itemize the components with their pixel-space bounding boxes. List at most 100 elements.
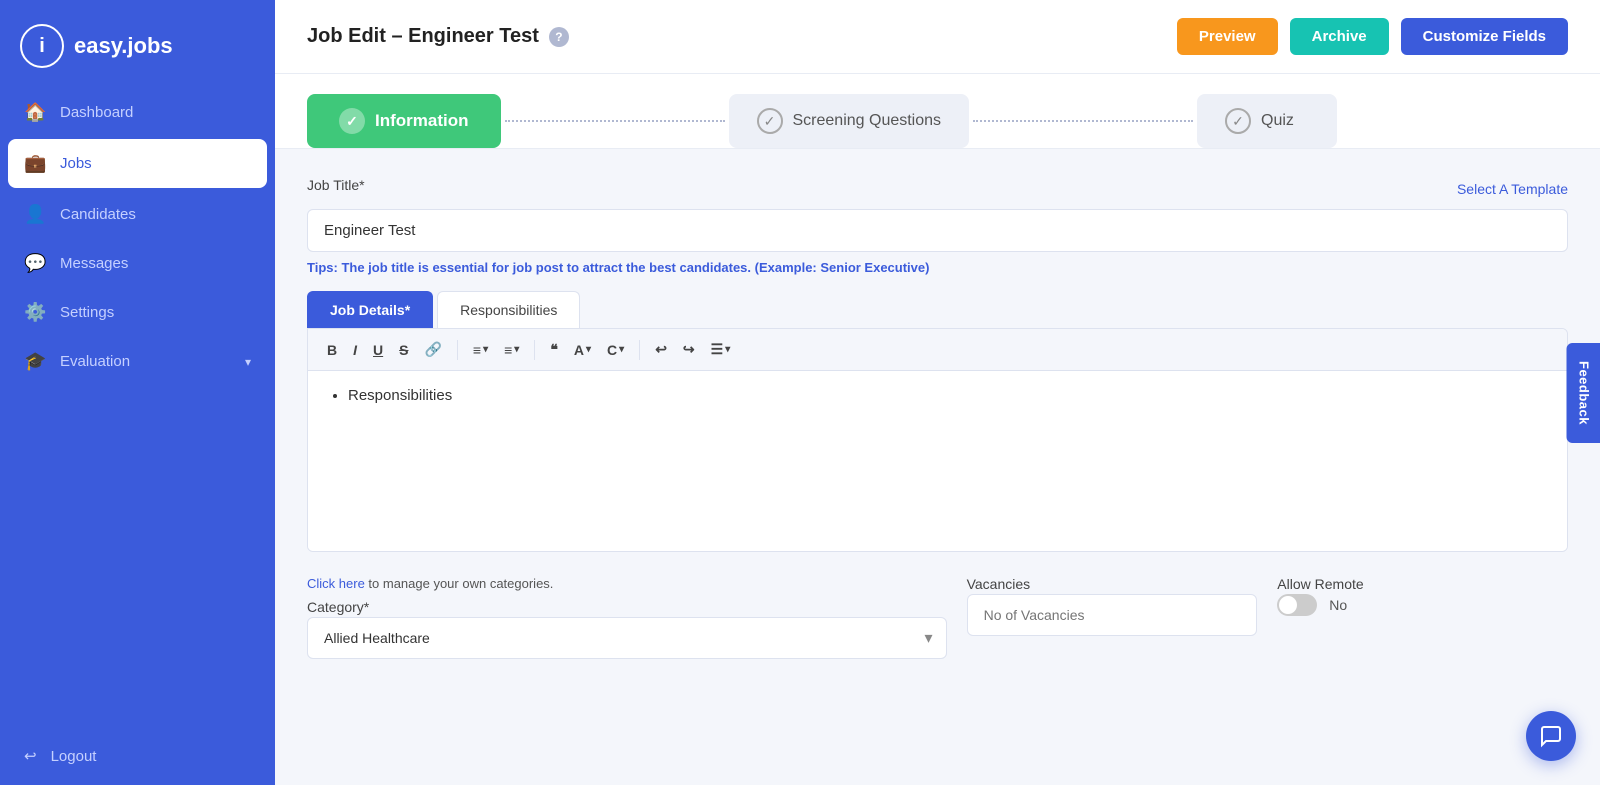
archive-button[interactable]: Archive [1290,18,1389,55]
sidebar-nav: 🏠 Dashboard 💼 Jobs 👤 Candidates 💬 Messag… [0,88,275,727]
customize-fields-button[interactable]: Customize Fields [1401,18,1568,55]
sidebar-item-messages[interactable]: 💬 Messages [0,239,275,288]
logout-icon: ↩ [24,747,37,765]
quote-button[interactable]: ❝ [543,337,565,362]
feedback-tab[interactable]: Feedback [1567,343,1600,443]
messages-icon: 💬 [24,253,46,274]
logo-icon: i [20,24,64,68]
page-title: Job Edit – Engineer Test [307,25,539,48]
sidebar-label-evaluation: Evaluation [60,353,130,370]
select-template-link[interactable]: Select A Template [1457,181,1568,197]
quote-color-group: ❝ A ▾ C ▾ [543,337,631,362]
help-icon[interactable]: ? [549,27,569,47]
toolbar-sep-3 [639,340,640,360]
step-quiz-check: ✓ [1225,108,1251,134]
home-icon: 🏠 [24,102,46,123]
category-link-text: Click here to manage your own categories… [307,576,947,591]
step-dots-2 [973,120,1193,122]
sidebar-item-settings[interactable]: ⚙️ Settings [0,288,275,337]
history-align-group: ↩ ↪ ☰ ▾ [648,337,737,362]
bottom-fields: Click here to manage your own categories… [307,576,1568,659]
category-select-wrapper: Allied Healthcare ▾ [307,617,947,659]
content-area: Job Title* Select A Template Tips: The j… [275,149,1600,785]
link-button[interactable]: 🔗 [417,337,448,362]
underline-button[interactable]: U [366,338,390,362]
job-title-label: Job Title* [307,177,365,193]
app-name: easy.jobs [74,33,173,59]
main-content: Job Edit – Engineer Test ? Preview Archi… [275,0,1600,785]
logout-label: Logout [51,748,97,765]
editor-toolbar: B I U S 🔗 ≡ ▾ ≡ ▾ ❝ A ▾ C ▾ [308,329,1567,371]
step-dots-1 [505,120,725,122]
tips-text: Tips: The job title is essential for job… [307,260,1568,275]
ordered-list-button[interactable]: ≡ ▾ [497,338,526,362]
allow-remote-toggle[interactable] [1277,594,1317,616]
bg-color-button[interactable]: C ▾ [600,338,631,362]
editor-content[interactable]: Responsibilities [308,371,1567,551]
step-quiz-label: Quiz [1261,112,1294,130]
chevron-down-icon: ▾ [245,355,251,369]
tab-job-details[interactable]: Job Details* [307,291,433,328]
font-color-button[interactable]: A ▾ [567,338,598,362]
vacancies-group: Vacancies [967,576,1258,636]
job-title-input[interactable] [307,209,1568,252]
sidebar-item-dashboard[interactable]: 🏠 Dashboard [0,88,275,137]
tab-responsibilities[interactable]: Responsibilities [437,291,580,328]
preview-button[interactable]: Preview [1177,18,1278,55]
align-button[interactable]: ☰ ▾ [704,337,738,362]
jobs-icon: 💼 [24,153,46,174]
step-information-check: ✓ [339,108,365,134]
editor-tabs: Job Details* Responsibilities [307,291,1568,328]
vacancies-label: Vacancies [967,576,1031,592]
step-information-label: Information [375,111,469,131]
tips-prefix: Tips: [307,260,338,275]
step-quiz[interactable]: ✓ Quiz [1197,94,1337,148]
candidates-icon: 👤 [24,204,46,225]
strikethrough-button[interactable]: S [392,338,415,362]
step-screening[interactable]: ✓ Screening Questions [729,94,970,148]
step-screening-label: Screening Questions [793,112,942,130]
sidebar: i easy.jobs 🏠 Dashboard 💼 Jobs 👤 Candida… [0,0,275,785]
sidebar-label-jobs: Jobs [60,155,92,172]
sidebar-label-candidates: Candidates [60,206,136,223]
steps-bar: ✓ Information ✓ Screening Questions ✓ Qu… [275,74,1600,149]
sidebar-item-candidates[interactable]: 👤 Candidates [0,190,275,239]
job-title-header: Job Title* Select A Template [307,177,1568,201]
tips-content: The job title is essential for job post … [338,260,930,275]
sidebar-label-settings: Settings [60,304,114,321]
allow-remote-group: Allow Remote No [1277,576,1568,616]
vacancies-input[interactable] [967,594,1258,636]
logo[interactable]: i easy.jobs [0,10,275,88]
text-format-group: B I U S 🔗 [320,337,449,362]
settings-icon: ⚙️ [24,302,46,323]
topbar: Job Edit – Engineer Test ? Preview Archi… [275,0,1600,74]
sidebar-label-dashboard: Dashboard [60,104,133,121]
toolbar-sep-1 [457,340,458,360]
category-group: Click here to manage your own categories… [307,576,947,659]
toolbar-sep-2 [534,340,535,360]
sidebar-item-evaluation[interactable]: 🎓 Evaluation ▾ [0,337,275,386]
logout-button[interactable]: ↩ Logout [0,727,275,785]
undo-button[interactable]: ↩ [648,337,674,362]
evaluation-icon: 🎓 [24,351,46,372]
category-select[interactable]: Allied Healthcare [307,617,947,659]
unordered-list-button[interactable]: ≡ ▾ [466,338,495,362]
editor-list-item: Responsibilities [348,387,1547,404]
allow-remote-label: Allow Remote [1277,576,1363,592]
sidebar-item-jobs[interactable]: 💼 Jobs [8,139,267,188]
step-screening-check: ✓ [757,108,783,134]
redo-button[interactable]: ↪ [676,337,702,362]
toggle-knob [1279,596,1297,614]
bold-button[interactable]: B [320,338,344,362]
chat-icon [1539,724,1563,748]
toggle-value-label: No [1329,597,1347,613]
manage-categories-link[interactable]: Click here [307,576,365,591]
list-group: ≡ ▾ ≡ ▾ [466,338,526,362]
category-label: Category* [307,599,369,615]
editor-box: B I U S 🔗 ≡ ▾ ≡ ▾ ❝ A ▾ C ▾ [307,328,1568,552]
topbar-actions: Preview Archive Customize Fields [1177,18,1568,55]
italic-button[interactable]: I [346,338,364,362]
step-information[interactable]: ✓ Information [307,94,501,148]
chat-bubble-button[interactable] [1526,711,1576,761]
sidebar-label-messages: Messages [60,255,128,272]
